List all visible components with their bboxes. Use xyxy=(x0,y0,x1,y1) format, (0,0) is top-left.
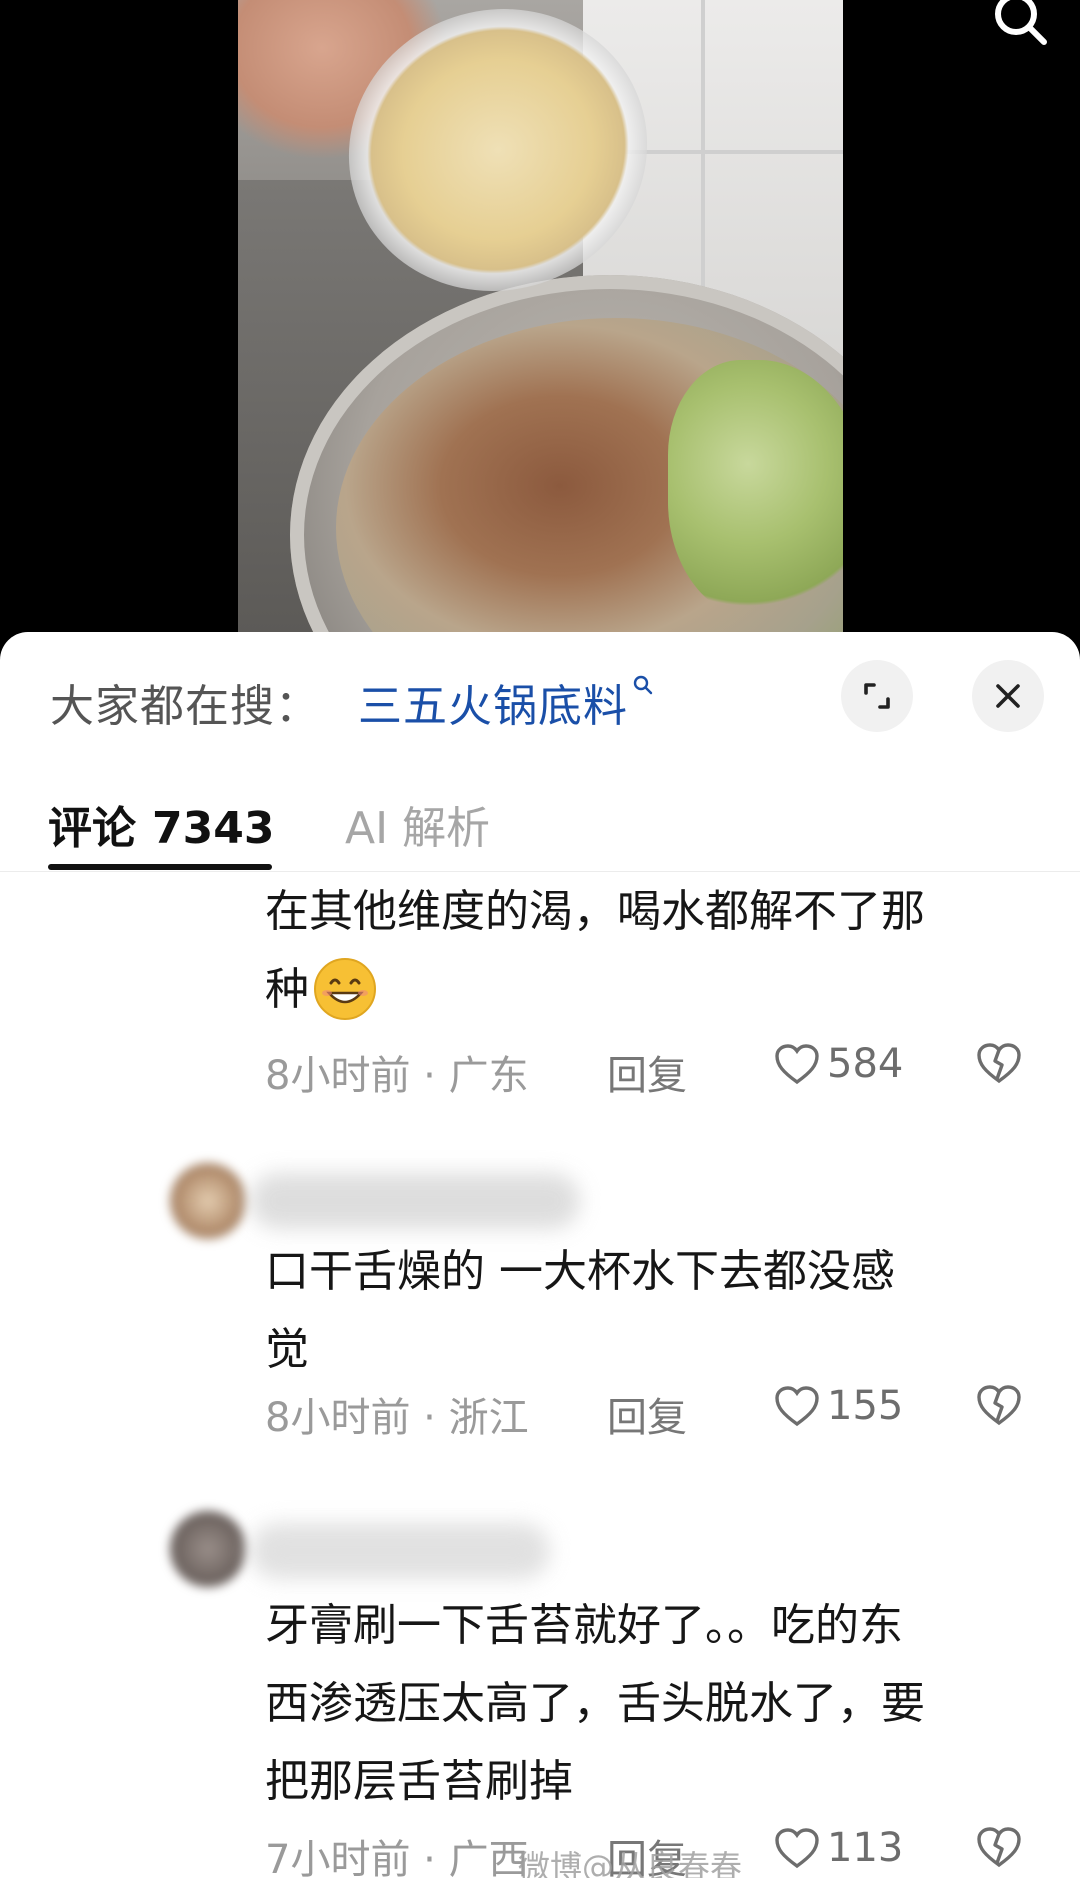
like-button[interactable]: 584 xyxy=(773,1041,903,1087)
dislike-button[interactable] xyxy=(975,1383,1023,1437)
comment-text-line: 牙膏刷一下舌苔就好了。。吃的东 xyxy=(265,1600,903,1651)
search-icon xyxy=(633,675,653,695)
comment-time-location: 8小时前 · 浙江 xyxy=(265,1395,529,1441)
like-count: 155 xyxy=(827,1383,904,1429)
video-frame[interactable] xyxy=(238,0,843,650)
like-count: 584 xyxy=(827,1041,904,1087)
heart-icon xyxy=(775,1828,819,1869)
video-player[interactable] xyxy=(0,0,1080,650)
tab-comments-label: 评论 xyxy=(48,803,136,854)
broken-heart-icon xyxy=(977,1043,1021,1084)
comment-text: 牙膏刷一下舌苔就好了。。吃的东 西渗透压太高了，舌头脱水了，要 把那层舌苔刷掉 xyxy=(265,1587,1045,1821)
like-button[interactable]: 113 xyxy=(773,1825,903,1871)
close-button[interactable] xyxy=(972,660,1044,732)
tab-ai-analysis[interactable]: AI 解析 xyxy=(345,792,490,856)
avatar[interactable] xyxy=(170,1511,246,1587)
comment-tabs: 评论 7343 AI 解析 xyxy=(0,762,1080,872)
trending-search-link[interactable]: 三五火锅底料 xyxy=(358,670,654,734)
close-icon xyxy=(996,684,1020,708)
reply-button[interactable]: 回复 xyxy=(607,1043,687,1101)
trending-search-prefix: 大家都在搜： xyxy=(50,681,320,732)
heart-icon xyxy=(775,1044,819,1085)
expand-icon xyxy=(864,683,890,709)
comment-text-line: 觉 xyxy=(265,1324,309,1375)
top-search-button[interactable] xyxy=(992,0,1052,48)
username-redacted xyxy=(250,1523,550,1579)
search-icon xyxy=(995,0,1047,45)
comment-text-line: 种 xyxy=(265,951,1045,1029)
comment-text: 口干舌燥的 一大杯水下去都没感 觉 xyxy=(265,1233,1045,1389)
avatar[interactable] xyxy=(170,1163,246,1239)
heart-icon xyxy=(775,1386,819,1427)
active-tab-indicator xyxy=(48,864,272,870)
comment-sheet: 大家都在搜： 三五火锅底料 评论 7343 AI 解析 在其他维度的渴，喝水都解… xyxy=(0,632,1080,1878)
broken-heart-icon xyxy=(977,1827,1021,1868)
reply-button[interactable]: 回复 xyxy=(607,1385,687,1443)
watermark: 微博@从良春春 xyxy=(518,1848,743,1878)
like-button[interactable]: 155 xyxy=(773,1383,903,1429)
comment-text-line: 西渗透压太高了，舌头脱水了，要 xyxy=(265,1678,925,1729)
comment-time-location: 8小时前 · 广东 xyxy=(265,1053,529,1099)
comment-count: 7343 xyxy=(152,803,275,854)
comment-text-line: 口干舌燥的 一大杯水下去都没感 xyxy=(265,1246,895,1297)
like-count: 113 xyxy=(827,1825,904,1871)
comment-time-location: 7小时前 · 广西 xyxy=(265,1837,529,1878)
grinning-face-emoji xyxy=(314,958,376,1020)
trending-search-term: 三五火锅底料 xyxy=(358,681,628,732)
comment-text-line: 把那层舌苔刷掉 xyxy=(265,1756,573,1807)
comment-text-line: 在其他维度的渴，喝水都解不了那 xyxy=(265,886,925,937)
trending-search-row: 大家都在搜： 三五火锅底料 xyxy=(0,632,1080,762)
vegetables xyxy=(668,360,843,620)
tab-comments[interactable]: 评论 7343 xyxy=(48,792,274,856)
dislike-button[interactable] xyxy=(975,1041,1023,1095)
broken-heart-icon xyxy=(977,1385,1021,1426)
username-redacted xyxy=(250,1173,580,1229)
comment-text: 在其他维度的渴，喝水都解不了那 种 xyxy=(265,873,1045,1029)
expand-button[interactable] xyxy=(841,660,913,732)
dislike-button[interactable] xyxy=(975,1825,1023,1878)
